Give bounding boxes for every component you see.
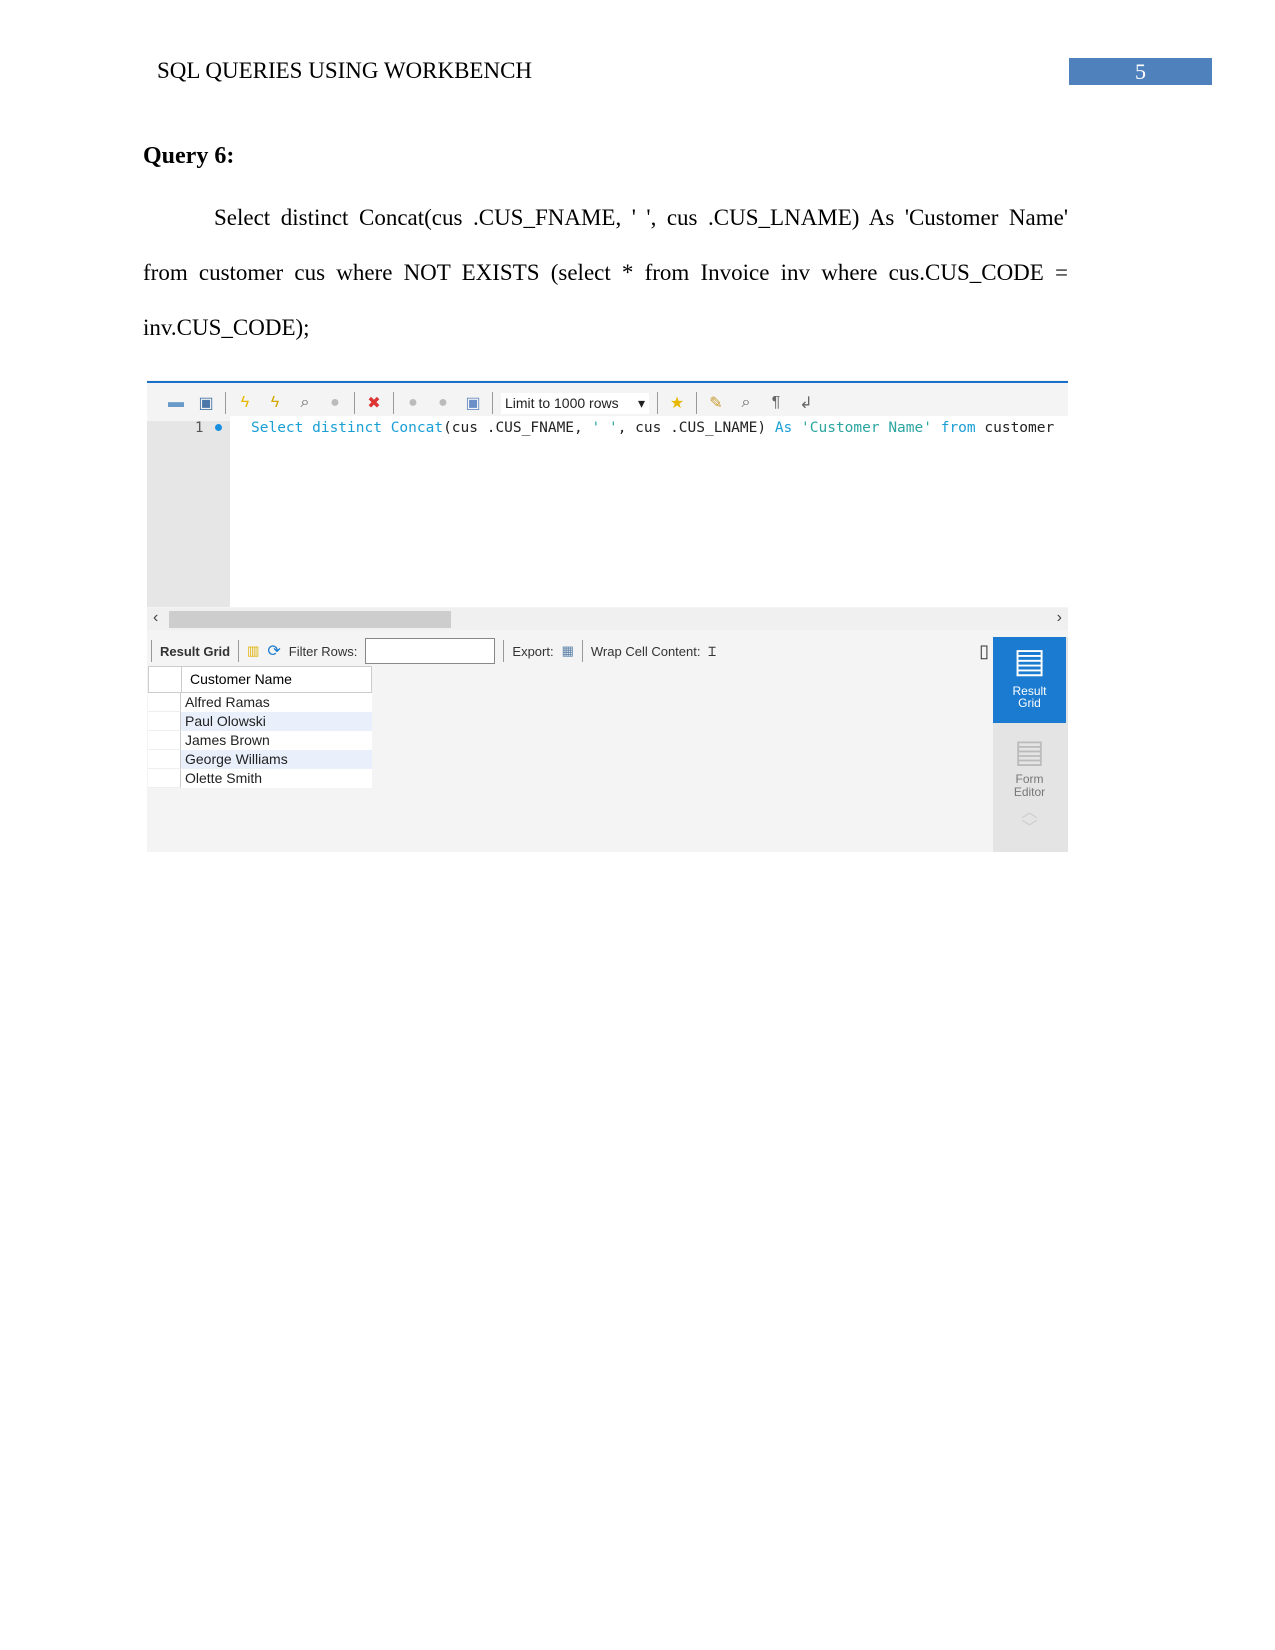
save-icon[interactable]: ▣: [195, 392, 217, 414]
result-grid-tab[interactable]: Result Grid: [160, 644, 230, 659]
table-row[interactable]: Alfred Ramas: [148, 693, 372, 712]
query-text: Select distinct Concat(cus .CUS_FNAME, '…: [143, 205, 1068, 340]
word-wrap-icon[interactable]: ↲: [795, 392, 817, 414]
form-editor-side-button[interactable]: ▤ Form Editor ︿ ﹀: [993, 729, 1066, 837]
result-grid-side-button[interactable]: ▤ Result Grid: [993, 637, 1066, 723]
commit-icon[interactable]: ●: [402, 392, 424, 414]
limit-rows-select[interactable]: Limit to 1000 rows ▾: [501, 392, 649, 414]
divider: [151, 640, 152, 662]
cell[interactable]: Paul Olowski: [181, 712, 372, 731]
code-token: (cus .CUS_FNAME,: [443, 420, 592, 436]
autocommit-icon[interactable]: ▣: [462, 392, 484, 414]
cell[interactable]: Alfred Ramas: [181, 693, 372, 712]
scroll-left-icon[interactable]: ‹: [153, 609, 158, 627]
table-row[interactable]: James Brown: [148, 731, 372, 750]
table-row[interactable]: George Williams: [148, 750, 372, 769]
page-number: 5: [1069, 58, 1212, 85]
stop-icon[interactable]: ●: [324, 392, 346, 414]
sql-editor[interactable]: Select distinct Concat(cus .CUS_FNAME, '…: [230, 416, 1068, 607]
rollback-icon[interactable]: ●: [432, 392, 454, 414]
form-editor-label: Form Editor: [1013, 772, 1046, 799]
table-row[interactable]: Paul Olowski: [148, 712, 372, 731]
limit-label: Limit to 1000 rows: [505, 394, 619, 411]
line-gutter: [147, 421, 230, 607]
document-page: SQL QUERIES USING WORKBENCH 5 Query 6: S…: [0, 0, 1275, 1650]
filter-rows-input[interactable]: [365, 638, 496, 664]
table-row[interactable]: Olette Smith: [148, 769, 372, 788]
divider: [354, 392, 355, 414]
code-token: from: [931, 420, 985, 436]
invisible-chars-icon[interactable]: ¶: [765, 392, 787, 414]
find-icon[interactable]: ⌕: [735, 392, 757, 414]
divider: [238, 640, 240, 662]
divider: [503, 640, 505, 662]
chevron-down-icon: ▾: [637, 394, 645, 411]
result-toolbar: Result Grid ▥ ⟳ Filter Rows: Export: ▦ W…: [147, 636, 997, 666]
divider: [696, 392, 697, 414]
filter-label: Filter Rows:: [288, 643, 358, 659]
wrap-label: Wrap Cell Content:: [590, 643, 701, 659]
divider: [225, 392, 226, 414]
toggle-error-icon[interactable]: ✖: [363, 392, 385, 414]
sql-code: Select distinct Concat(cus .CUS_FNAME, '…: [251, 420, 1054, 436]
form-icon: ▤: [1014, 733, 1045, 769]
scrollbar-thumb[interactable]: [169, 611, 451, 628]
export-icon[interactable]: ▦: [562, 643, 574, 659]
cell[interactable]: George Williams: [181, 750, 372, 769]
grid-icon: ▤: [1013, 642, 1046, 680]
result-side-panel: ▤ Result Grid ▤ Form Editor ︿ ﹀: [993, 637, 1068, 852]
tab-indicator: [147, 381, 1068, 383]
cell[interactable]: Olette Smith: [181, 769, 372, 788]
code-token: 'Customer Name': [801, 420, 932, 436]
divider: [657, 392, 658, 414]
chevron-icons[interactable]: ︿ ﹀: [993, 805, 1066, 837]
beautify-broom-icon[interactable]: ✎: [705, 392, 727, 414]
divider: [581, 640, 583, 662]
divider: [492, 392, 493, 414]
code-token: Select distinct: [251, 420, 391, 436]
workbench-screenshot: ▬ ▣ ϟ ϟ ⌕ ● ✖ ● ● ▣ Limit to 1000 rows ▾ …: [147, 380, 1068, 852]
running-header: SQL QUERIES USING WORKBENCH: [157, 58, 533, 83]
code-token: , cus .CUS_LNAME): [617, 420, 775, 436]
code-token: Concat: [390, 420, 444, 436]
open-folder-icon[interactable]: ▬: [165, 392, 187, 414]
result-grid: Customer Name Alfred Ramas Paul Olowski …: [148, 666, 372, 788]
code-token: customer: [984, 420, 1055, 436]
export-label: Export:: [512, 643, 554, 659]
cell[interactable]: James Brown: [181, 731, 372, 750]
line-marker-dot: [215, 424, 222, 431]
line-number: 1: [195, 420, 204, 436]
execute-current-icon[interactable]: ϟ: [264, 392, 286, 414]
column-header[interactable]: Customer Name: [182, 667, 292, 692]
refresh-icon[interactable]: ⟳: [267, 641, 280, 661]
panel-toggle-icon[interactable]: ▯: [979, 641, 989, 662]
wrap-cell-icon[interactable]: Ɪ: [708, 642, 715, 660]
divider: [393, 392, 394, 414]
horizontal-scrollbar[interactable]: ‹ ›: [147, 608, 1068, 630]
result-grid-label: Result Grid: [1012, 684, 1047, 710]
code-token: ' ': [591, 420, 618, 436]
query-heading: Query 6:: [143, 143, 235, 169]
code-token: As: [774, 420, 802, 436]
grid-header: Customer Name: [148, 666, 372, 693]
scroll-right-icon[interactable]: ›: [1057, 609, 1062, 627]
execute-icon[interactable]: ϟ: [234, 392, 256, 414]
grid-columns-icon[interactable]: ▥: [247, 643, 259, 659]
bookmark-star-icon[interactable]: ★: [666, 392, 688, 414]
explain-icon[interactable]: ⌕: [294, 392, 316, 414]
